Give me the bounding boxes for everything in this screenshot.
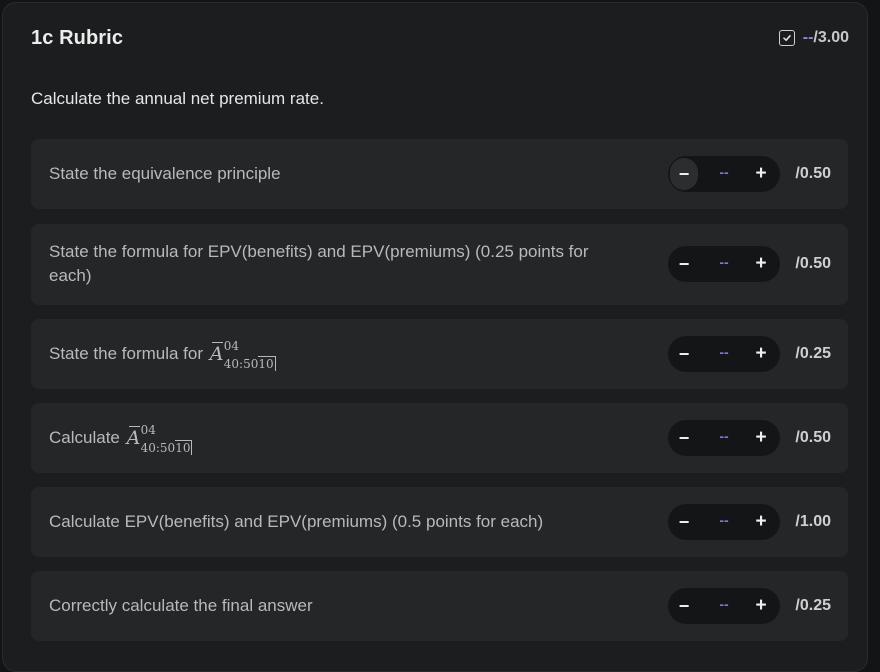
score-stepper: − -- + xyxy=(668,156,780,192)
rubric-item-label: Calculate EPV(benefits) and EPV(premiums… xyxy=(49,512,544,531)
rubric-item-label-text: State the formula for xyxy=(49,344,204,363)
score-stepper: − -- + xyxy=(668,336,780,372)
score-stepper: − -- + xyxy=(668,246,780,282)
rubric-panel: 1c Rubric --/3.00 Calculate the annual n… xyxy=(2,2,868,672)
decrement-button[interactable]: − xyxy=(670,248,698,280)
decrement-button[interactable]: − xyxy=(670,338,698,370)
rubric-item: State the equivalence principle − -- + /… xyxy=(31,139,848,209)
checkmark-icon xyxy=(782,35,791,41)
rubric-item-label: Correctly calculate the final answer xyxy=(49,596,313,615)
rubric-item-label: Calculate A 04 40:5010 xyxy=(49,423,609,455)
max-points: /0.25 xyxy=(795,597,831,614)
increment-button[interactable]: + xyxy=(748,590,774,622)
max-points: /0.50 xyxy=(795,429,831,446)
increment-button[interactable]: + xyxy=(748,338,774,370)
score-value[interactable]: -- xyxy=(708,428,740,444)
decrement-button[interactable]: − xyxy=(670,158,698,190)
increment-button[interactable]: + xyxy=(748,158,774,190)
rubric-item: Correctly calculate the final answer − -… xyxy=(31,571,848,641)
total-score: --/3.00 xyxy=(778,29,849,47)
rubric-item: Calculate A 04 40:5010 − -- + /0.50 xyxy=(31,403,848,473)
max-points: /0.25 xyxy=(795,345,831,362)
increment-button[interactable]: + xyxy=(748,248,774,280)
max-points: /0.50 xyxy=(795,255,831,272)
rubric-item-label-text: Calculate xyxy=(49,428,120,447)
rubric-item-label: State the formula for A 04 40:5010 xyxy=(49,339,609,371)
total-score-max: /3.00 xyxy=(813,29,849,46)
decrement-button[interactable]: − xyxy=(670,422,698,454)
question-prompt: Calculate the annual net premium rate. xyxy=(31,89,324,108)
rubric-item-label: State the formula for EPV(benefits) and … xyxy=(49,242,589,285)
total-score-value: -- xyxy=(802,29,814,46)
decrement-button[interactable]: − xyxy=(670,590,698,622)
rubric-item: State the formula for EPV(benefits) and … xyxy=(31,224,848,305)
score-value[interactable]: -- xyxy=(708,512,740,528)
score-stepper: − -- + xyxy=(668,504,780,540)
max-points: /1.00 xyxy=(795,513,831,530)
score-value[interactable]: -- xyxy=(708,254,740,270)
checkbox-icon[interactable] xyxy=(778,30,795,46)
rubric-item: Calculate EPV(benefits) and EPV(premiums… xyxy=(31,487,848,557)
increment-button[interactable]: + xyxy=(748,506,774,538)
annuity-symbol: A 04 40:5010 xyxy=(209,339,276,371)
increment-button[interactable]: + xyxy=(748,422,774,454)
score-value[interactable]: -- xyxy=(708,344,740,360)
rubric-item-label: State the equivalence principle xyxy=(49,164,281,183)
score-value[interactable]: -- xyxy=(708,164,740,180)
score-value[interactable]: -- xyxy=(708,596,740,612)
annuity-symbol: A 04 40:5010 xyxy=(126,423,193,455)
rubric-title: 1c Rubric xyxy=(31,27,124,49)
max-points: /0.50 xyxy=(795,165,831,182)
score-stepper: − -- + xyxy=(668,588,780,624)
rubric-header: 1c Rubric --/3.00 xyxy=(3,3,869,77)
decrement-button[interactable]: − xyxy=(670,506,698,538)
rubric-item: State the formula for A 04 40:5010 − -- … xyxy=(31,319,848,389)
score-stepper: − -- + xyxy=(668,420,780,456)
